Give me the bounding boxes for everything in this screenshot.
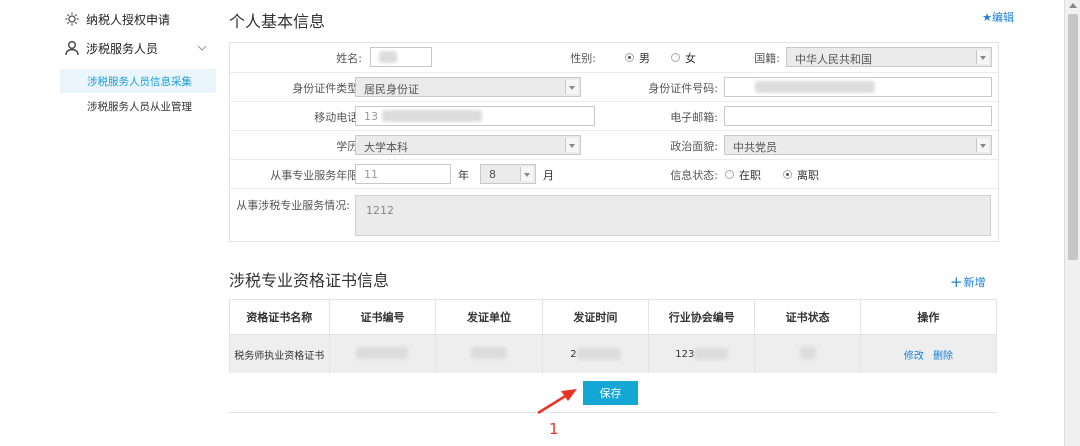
scrollbar-thumb[interactable]	[1068, 14, 1078, 260]
user-icon	[65, 41, 79, 56]
sidebar-item-label: 纳税人授权申请	[86, 12, 171, 27]
gear-icon	[65, 12, 79, 26]
app-frame: 纳税人授权申请 涉税服务人员 涉税服务人员信息采集 涉税服务人员从业管理 个人基…	[0, 0, 1080, 446]
sidebar-subitem-employment-management[interactable]: 涉税服务人员从业管理	[60, 94, 216, 118]
sidebar-item-label: 涉税服务人员	[86, 41, 159, 56]
sidebar-item-tax-service-staff[interactable]: 涉税服务人员	[0, 34, 216, 62]
main-panel: 个人基本信息 ★编辑 姓名: 性别: 男 女 国籍: 中华人民共和国 身份证件类…	[216, 0, 1064, 446]
annotation-arrow	[537, 389, 577, 415]
sidebar-subitem-info-collection[interactable]: 涉税服务人员信息采集	[60, 69, 216, 93]
sidebar-item-taxpayer-authorization[interactable]: 纳税人授权申请	[0, 5, 216, 33]
sidebar: 纳税人授权申请 涉税服务人员 涉税服务人员信息采集 涉税服务人员从业管理	[0, 0, 216, 446]
vertical-scrollbar[interactable]	[1064, 0, 1080, 446]
scroll-up-icon[interactable]	[1069, 3, 1077, 8]
annotation-number: 1	[549, 420, 559, 438]
chevron-down-icon[interactable]	[197, 43, 207, 53]
